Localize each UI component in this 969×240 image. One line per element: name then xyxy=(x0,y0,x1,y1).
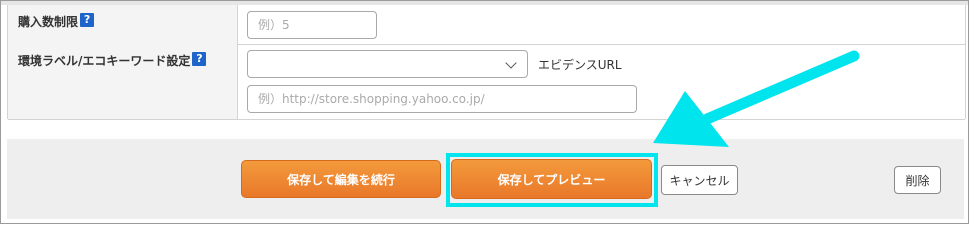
purchase-limit-row: 購入数制限 ? xyxy=(8,5,965,45)
evidence-url-label: エビデンスURL xyxy=(538,58,622,72)
env-label-label: 環境ラベル/エコキーワード設定 xyxy=(18,54,191,68)
chevron-down-icon xyxy=(505,57,517,69)
cancel-button[interactable]: キャンセル xyxy=(661,165,738,195)
env-label-label-cell: 環境ラベル/エコキーワード設定 ? xyxy=(8,44,238,119)
page-frame: 購入数制限 ? 環境ラベル/エコキーワード設定 ? エビデンスURL 保存して編… xyxy=(0,0,969,224)
env-label-select[interactable] xyxy=(247,50,528,78)
help-icon[interactable]: ? xyxy=(192,52,207,66)
preview-button-highlight xyxy=(446,153,658,207)
evidence-url-input[interactable] xyxy=(247,85,637,113)
purchase-limit-label-cell: 購入数制限 ? xyxy=(8,5,238,44)
save-and-continue-button[interactable]: 保存して編集を続行 xyxy=(241,160,441,198)
delete-button[interactable]: 削除 xyxy=(894,166,941,194)
purchase-limit-label: 購入数制限 xyxy=(18,15,79,29)
help-icon[interactable]: ? xyxy=(80,13,95,27)
purchase-limit-input[interactable] xyxy=(247,11,377,39)
